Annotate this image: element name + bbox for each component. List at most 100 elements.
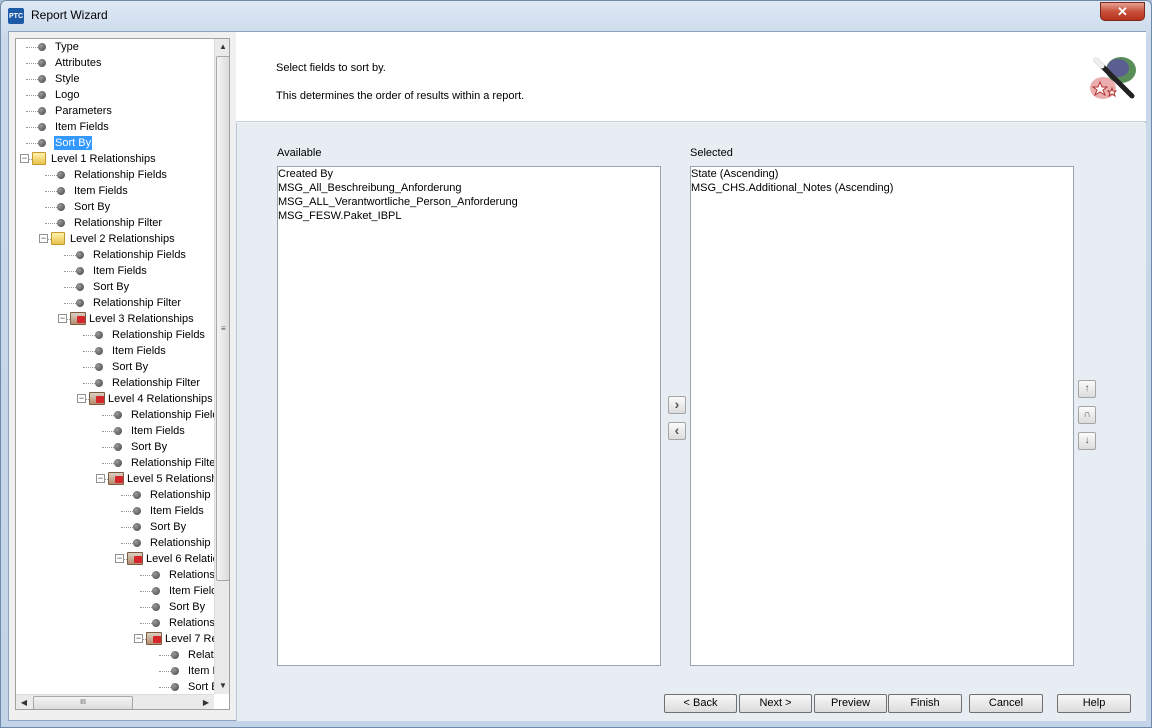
tree-item[interactable]: Sort By [16, 679, 214, 694]
tree-item[interactable]: Sort By [16, 439, 214, 455]
collapse-icon[interactable]: − [115, 554, 124, 563]
collapse-icon[interactable]: − [96, 474, 105, 483]
tree-item[interactable]: − Level 4 Relationships [16, 391, 214, 407]
tree-item[interactable]: Relationship Fields [16, 567, 214, 583]
bullet-icon [38, 139, 46, 147]
preview-button[interactable]: Preview [814, 694, 887, 713]
tree-item[interactable]: Attributes [16, 55, 214, 71]
help-button[interactable]: Help [1057, 694, 1131, 713]
tree-item-label: Relationship Filter [131, 457, 214, 469]
tree-item[interactable]: Sort By [16, 519, 214, 535]
grip-icon: ≡ [221, 324, 226, 333]
collapse-icon[interactable]: − [134, 634, 143, 643]
list-item[interactable]: MSG_CHS.Additional_Notes (Ascending) [691, 182, 893, 195]
close-button[interactable]: ✕ [1100, 2, 1145, 21]
collapse-icon[interactable]: − [39, 234, 48, 243]
tree-item-label: Item Fields [55, 121, 109, 133]
tree-item[interactable]: Sort By [16, 279, 214, 295]
list-item[interactable]: State (Ascending) [691, 168, 778, 181]
tree-item-label: Level 3 Relationships [89, 313, 194, 325]
tree-item-label: Parameters [55, 105, 112, 117]
tree-item-label: Relationship Filter [93, 297, 182, 309]
tree-item-label: Item Fields [169, 585, 214, 597]
tree-item[interactable]: Item Fields [16, 263, 214, 279]
tree-item[interactable]: Sort By [16, 135, 214, 151]
bullet-icon [76, 251, 84, 259]
tree-item[interactable]: Relationship Filter [16, 455, 214, 471]
selected-label: Selected [690, 147, 733, 159]
tree-vertical-scrollbar[interactable]: ▲ ≡ ▼ [214, 39, 229, 694]
tree-item[interactable]: Relationship Fields [16, 247, 214, 263]
bullet-icon [76, 283, 84, 291]
tree-item[interactable]: Logo [16, 87, 214, 103]
folder-icon [32, 152, 46, 165]
scroll-down-icon[interactable]: ▼ [215, 678, 229, 694]
list-item[interactable]: MSG_All_Beschreibung_Anforderung [278, 182, 461, 195]
tree-item[interactable]: Style [16, 71, 214, 87]
tree-item[interactable]: − Level 1 Relationships [16, 151, 214, 167]
tree-item[interactable]: Relationship Fields [16, 327, 214, 343]
tree-item[interactable]: Sort By [16, 199, 214, 215]
tree-item[interactable]: Parameters [16, 103, 214, 119]
list-item[interactable]: MSG_ALL_Verantwortliche_Person_Anforderu… [278, 196, 518, 209]
scroll-left-icon[interactable]: ◀ [16, 695, 32, 709]
relationship-folder-icon [127, 552, 143, 565]
tree-item[interactable]: Item Fields [16, 119, 214, 135]
bullet-icon [95, 347, 103, 355]
toggle-sort-order-button[interactable]: ∩ [1078, 406, 1096, 424]
tree-item-label: Sort By [54, 136, 93, 150]
back-button[interactable]: < Back [664, 694, 737, 713]
tree-item[interactable]: Relationship Filter [16, 215, 214, 231]
tree-item[interactable]: Item Fields [16, 583, 214, 599]
tree-horizontal-scrollbar[interactable]: ◀ III ▶ [16, 694, 214, 709]
selected-fields-list[interactable]: State (Ascending) MSG_CHS.Additional_Note… [690, 166, 1074, 666]
tree-item[interactable]: Relationship Filter [16, 535, 214, 551]
bullet-icon [38, 43, 46, 51]
remove-field-button[interactable]: ‹ [668, 422, 686, 440]
cancel-button[interactable]: Cancel [969, 694, 1043, 713]
list-item[interactable]: MSG_FESW.Paket_IBPL [278, 210, 402, 223]
bullet-icon [57, 187, 65, 195]
title-bar: PTC Report Wizard ✕ [1, 1, 1151, 31]
collapse-icon[interactable]: − [20, 154, 29, 163]
tree-item[interactable]: Item Fields [16, 183, 214, 199]
next-button[interactable]: Next > [739, 694, 812, 713]
tree-item[interactable]: Relationship Fields [16, 167, 214, 183]
tree-item[interactable]: − Level 3 Relationships [16, 311, 214, 327]
list-item[interactable]: Created By [278, 168, 333, 181]
tree-item[interactable]: Relationship Fields [16, 647, 214, 663]
available-fields-list[interactable]: Created By MSG_All_Beschreibung_Anforderu… [277, 166, 661, 666]
tree-item[interactable]: Sort By [16, 359, 214, 375]
tree-item[interactable]: Relationship Fields [16, 407, 214, 423]
scroll-up-icon[interactable]: ▲ [215, 39, 229, 55]
tree-item[interactable]: Relationship Fields [16, 487, 214, 503]
finish-button[interactable]: Finish [888, 694, 962, 713]
tree-item[interactable]: − Level 6 Relationships [16, 551, 214, 567]
tree-item-label: Level 4 Relationships [108, 393, 213, 405]
tree-content: Type Attributes Style Logo Parameters Item Fi… [16, 39, 214, 694]
tree-item[interactable]: − Level 5 Relationships [16, 471, 214, 487]
scroll-thumb[interactable]: ≡ [216, 56, 229, 581]
folder-icon [51, 232, 65, 245]
add-field-button[interactable]: › [668, 396, 686, 414]
move-down-button[interactable]: ↓ [1078, 432, 1096, 450]
bullet-icon [152, 619, 160, 627]
tree-item[interactable]: Item Fields [16, 423, 214, 439]
tree-item[interactable]: Item Fields [16, 343, 214, 359]
relationship-folder-icon [146, 632, 162, 645]
tree-item[interactable]: − Level 7 Relationships [16, 631, 214, 647]
tree-item[interactable]: Relationship Filter [16, 615, 214, 631]
collapse-icon[interactable]: − [58, 314, 67, 323]
tree-item[interactable]: − Level 2 Relationships [16, 231, 214, 247]
tree-item[interactable]: Sort By [16, 599, 214, 615]
move-up-button[interactable]: ↑ [1078, 380, 1096, 398]
collapse-icon[interactable]: − [77, 394, 86, 403]
tree-item[interactable]: Relationship Filter [16, 295, 214, 311]
bullet-icon [114, 427, 122, 435]
tree-item[interactable]: Item Fields [16, 503, 214, 519]
tree-item[interactable]: Type [16, 39, 214, 55]
hscroll-thumb[interactable]: III [33, 696, 133, 709]
tree-item[interactable]: Relationship Filter [16, 375, 214, 391]
scroll-right-icon[interactable]: ▶ [198, 695, 214, 709]
tree-item[interactable]: Item Fields [16, 663, 214, 679]
